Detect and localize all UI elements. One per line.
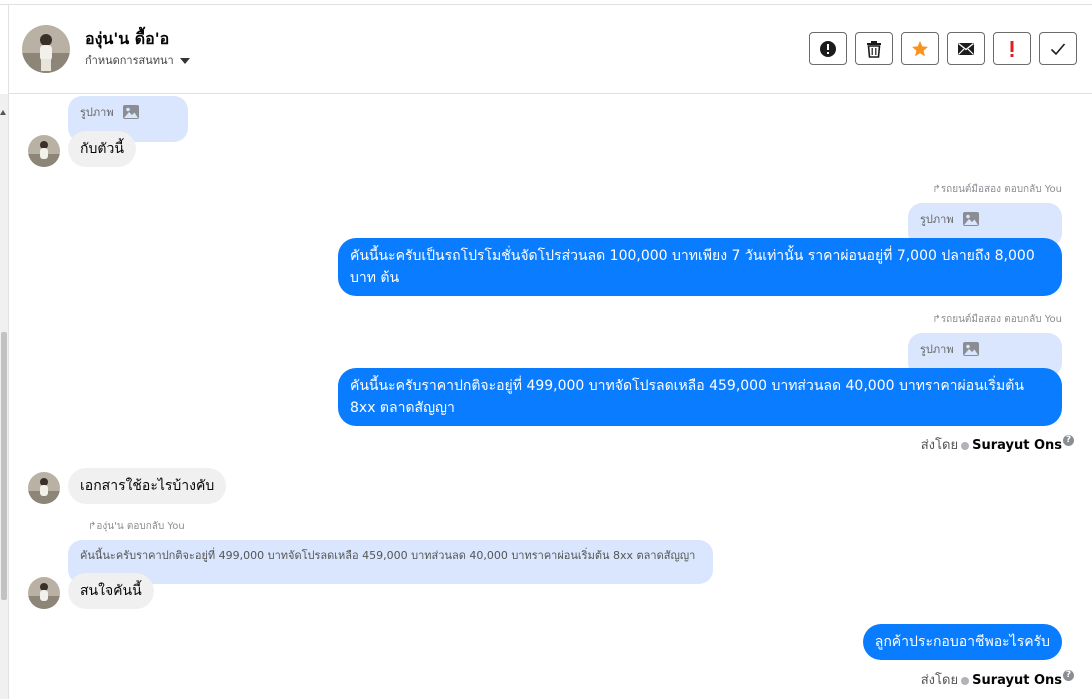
scrollbar-track[interactable] xyxy=(0,94,8,699)
sender-avatar xyxy=(28,472,60,504)
reply-meta: ↱รถยนต์มือสอง ตอบกลับ You xyxy=(932,314,1062,325)
star-button[interactable] xyxy=(901,32,939,65)
image-label: รูปภาพ xyxy=(920,213,954,226)
sent-by-label: ส่งโดย Surayut Ons xyxy=(920,438,1062,453)
image-icon xyxy=(963,342,980,356)
left-border xyxy=(8,4,9,699)
delete-button[interactable] xyxy=(855,32,893,65)
incoming-message[interactable]: กับตัวนี้ xyxy=(68,131,136,167)
reply-arrow-icon: ↱ xyxy=(932,314,941,325)
contact-avatar[interactable] xyxy=(22,25,70,73)
sender-avatar xyxy=(28,577,60,609)
scrollbar-thumb[interactable] xyxy=(1,332,7,600)
conversation-settings-dropdown[interactable]: กำหนดการสนทนา xyxy=(85,51,190,69)
scroll-up-arrow-icon[interactable] xyxy=(0,110,6,115)
header-actions xyxy=(809,32,1077,65)
incoming-message[interactable]: สนใจคันนี้ xyxy=(68,573,154,609)
important-button[interactable] xyxy=(993,32,1031,65)
incoming-message[interactable]: เอกสารใช้อะไรบ้างคับ xyxy=(68,468,227,504)
outgoing-message[interactable]: ลูกค้าประกอบอาชีพอะไรครับ xyxy=(862,624,1062,660)
envelope-icon xyxy=(958,42,974,55)
email-button[interactable] xyxy=(947,32,985,65)
trash-icon xyxy=(867,40,881,58)
alert-circle-icon xyxy=(820,40,836,57)
agent-dot-icon xyxy=(961,441,970,450)
check-icon xyxy=(1050,42,1066,55)
image-label: รูปภาพ xyxy=(80,106,114,119)
agent-name[interactable]: Surayut Ons xyxy=(972,673,1062,688)
report-button[interactable] xyxy=(809,32,847,65)
image-label: รูปภาพ xyxy=(920,343,954,356)
star-icon xyxy=(912,40,928,56)
contact-name: องุ่น'น ดื้อ'อ xyxy=(85,29,170,48)
reply-arrow-icon: ↱ xyxy=(932,184,941,195)
help-icon[interactable]: ? xyxy=(1063,670,1074,681)
reply-meta: ↱องุ่น'น ตอบกลับ You xyxy=(88,521,185,532)
done-button[interactable] xyxy=(1039,32,1077,65)
quoted-message[interactable]: คันนี้นะครับราคาปกติจะอยู่ที่ 499,000 บา… xyxy=(68,540,713,584)
help-icon[interactable]: ? xyxy=(1063,435,1074,446)
outgoing-message[interactable]: คันนี้นะครับเป็นรถโปรโมชั่นจัดโปรส่วนลด … xyxy=(338,238,1062,296)
agent-dot-icon xyxy=(961,676,970,685)
outgoing-message[interactable]: คันนี้นะครับราคาปกติจะอยู่ที่ 499,000 บา… xyxy=(338,368,1062,426)
sender-avatar xyxy=(28,135,60,167)
agent-name[interactable]: Surayut Ons xyxy=(972,438,1062,453)
exclamation-icon xyxy=(1010,40,1014,57)
conversation-header: องุ่น'น ดื้อ'อ กำหนดการสนทนา xyxy=(9,5,1092,94)
sent-by-label: ส่งโดย Surayut Ons xyxy=(920,673,1062,688)
conversation-settings-label: กำหนดการสนทนา xyxy=(85,54,174,67)
reply-meta: ↱รถยนต์มือสอง ตอบกลับ You xyxy=(932,184,1062,195)
image-icon xyxy=(123,105,140,119)
image-icon xyxy=(963,212,980,226)
chevron-down-icon xyxy=(179,58,190,64)
